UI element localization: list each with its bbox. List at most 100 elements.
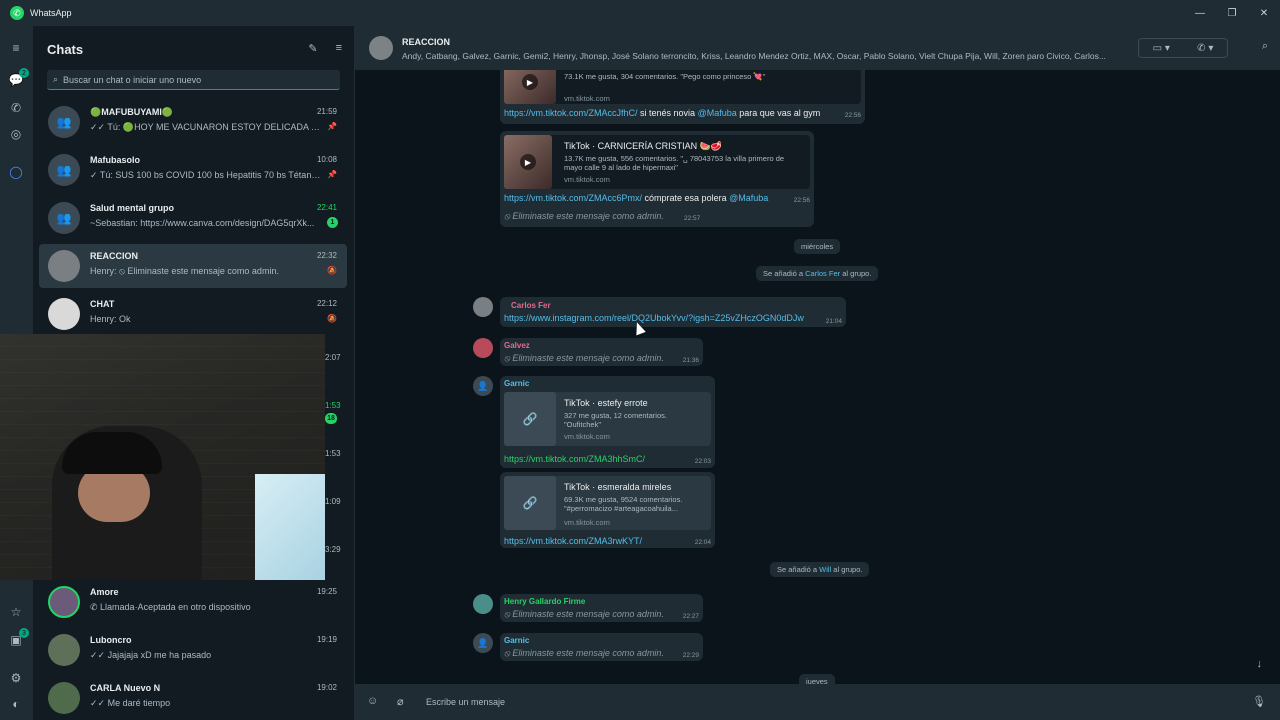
profile-avatar[interactable]: ◐ xyxy=(8,696,24,712)
date-separator: jueves xyxy=(799,674,835,684)
sender-avatar-icon[interactable]: 👤 xyxy=(473,376,493,396)
muted-icon: 🔕 xyxy=(327,266,337,275)
conversation-header[interactable]: REACCION Andy, Catbang, Galvez, Garnic, … xyxy=(355,26,1280,70)
group-avatar[interactable] xyxy=(369,36,393,60)
scroll-down-icon[interactable]: ↓ xyxy=(1257,658,1263,670)
message-time: 21:04 xyxy=(825,318,842,325)
search-placeholder: Buscar un chat o iniciar uno nuevo xyxy=(63,74,202,85)
pin-icon: 📌 xyxy=(327,122,337,131)
message-time: 21:36 xyxy=(682,357,699,364)
search-messages-icon[interactable]: ⌕ xyxy=(1262,40,1268,53)
preview-domain: vm.tiktok.com xyxy=(564,94,610,103)
video-call-icon[interactable]: ▭ ▾ xyxy=(1153,43,1170,54)
webcam-overlay xyxy=(0,334,325,580)
message-time: 22:27 xyxy=(682,613,699,620)
mention[interactable]: @Mafuba xyxy=(698,108,737,118)
preview-domain: vm.tiktok.com xyxy=(564,432,610,441)
chat-time-partial: 3:29 xyxy=(325,545,341,554)
message-input[interactable]: Escribe un mensaje xyxy=(426,697,505,707)
chat-time-partial: 1:53 xyxy=(325,449,341,458)
group-avatar-icon: 👥 xyxy=(48,154,80,186)
link-icon: 🔗 xyxy=(522,496,538,510)
chat-item[interactable]: Luboncro 19:19 ✓✓ Jajajaja xD me ha pasa… xyxy=(39,628,347,672)
deleted-message: ⦸ Eliminaste este mensaje como admin. xyxy=(504,609,664,619)
chat-time-partial: 1:09 xyxy=(325,497,341,506)
message-link[interactable]: https://vm.tiktok.com/ZMA3hhSmC/ xyxy=(504,454,645,464)
chat-time: 21:59 xyxy=(316,107,337,116)
message-bubble: Garnic ⦸ Eliminaste este mensaje como ad… xyxy=(500,633,703,661)
message-link[interactable]: https://vm.tiktok.com/ZMAccJfhC/ xyxy=(504,108,638,118)
sender-name: Carlos Fer xyxy=(511,301,551,310)
status-icon[interactable]: ◎ xyxy=(8,126,24,142)
message-link[interactable]: https://vm.tiktok.com/ZMAcc6Pmx/ xyxy=(504,193,642,203)
chat-item-active[interactable]: REACCION 22:32 Henry: ⦸ Eliminaste este … xyxy=(39,244,347,288)
attach-icon[interactable]: ⌀ xyxy=(397,695,404,708)
call-buttons[interactable]: ▭ ▾ ✆ ▾ xyxy=(1138,38,1228,58)
preview-description: 327 me gusta, 12 comentarios. "Oufitchek… xyxy=(564,411,667,429)
chat-preview: ✓✓ Tú: 🟢HOY ME VACUNARON ESTOY DELICADA … xyxy=(90,122,322,132)
link-preview[interactable]: 🔗 TikTok · esmeralda mireles 69.3K me gu… xyxy=(504,476,711,530)
message-link[interactable]: https://www.instagram.com/reel/DQ2UbokYv… xyxy=(504,313,804,323)
link-preview[interactable]: ▶ 73.1K me gusta, 304 comentarios. "Pego… xyxy=(504,70,861,104)
emoji-icon[interactable]: ☺ xyxy=(367,695,378,707)
voice-call-icon[interactable]: ✆ ▾ xyxy=(1197,43,1213,54)
message-bubble: Carlos Fer https://www.instagram.com/ree… xyxy=(500,297,846,327)
chat-preview: ✓ Tú: SUS 100 bs COVID 100 bs Hepatitis … xyxy=(90,170,322,180)
starred-icon[interactable]: ☆ xyxy=(8,604,24,620)
chat-name: Luboncro xyxy=(90,635,132,645)
sender-avatar[interactable] xyxy=(473,338,493,358)
sender-avatar-icon[interactable]: 👤 xyxy=(473,633,493,653)
window-title: WhatsApp xyxy=(30,8,72,18)
pin-icon: 📌 xyxy=(327,170,337,179)
chat-name: REACCION xyxy=(90,251,139,261)
menu-icon[interactable]: ≡ xyxy=(8,40,24,56)
window-controls: — ❐ ✕ xyxy=(1184,0,1280,26)
chat-time: 22:12 xyxy=(316,299,337,308)
chat-avatar xyxy=(48,586,80,618)
restore-icon[interactable]: ❐ xyxy=(1216,0,1248,26)
link-preview[interactable]: 🔗 TikTok · estefy errote 327 me gusta, 1… xyxy=(504,392,711,446)
chat-item[interactable]: 👥 Mafubasolo 10:08 ✓ Tú: SUS 100 bs COVI… xyxy=(39,148,347,192)
message-bubble: Garnic 🔗 TikTok · estefy errote 327 me g… xyxy=(500,376,715,468)
chat-avatar xyxy=(48,634,80,666)
minimize-icon[interactable]: — xyxy=(1184,0,1216,26)
chat-item[interactable]: CARLA Nuevo N 19:02 ✓✓ Me daré tiempo xyxy=(39,676,347,720)
sender-avatar[interactable] xyxy=(473,297,493,317)
settings-icon[interactable]: ⚙ xyxy=(8,670,24,686)
chat-preview: ✆ Llamada·Aceptada en otro dispositivo xyxy=(90,602,251,612)
message-time: 22:29 xyxy=(682,652,699,659)
new-chat-icon[interactable]: ✎ xyxy=(308,42,317,55)
calls-icon[interactable]: ✆ xyxy=(8,100,24,116)
microphone-icon[interactable]: 🎙 xyxy=(1252,695,1266,708)
chat-time: 19:19 xyxy=(316,635,337,644)
title-bar: ✆ WhatsApp — ❐ ✕ xyxy=(0,0,1280,26)
chat-item[interactable]: CHAT 22:12 Henry: Ok 🔕 xyxy=(39,292,347,336)
message-composer: ☺ ⌀ Escribe un mensaje 🎙 xyxy=(355,684,1280,720)
preview-description: 73.1K me gusta, 304 comentarios. "Pego c… xyxy=(564,72,766,81)
chat-item[interactable]: 👥 Salud mental grupo 22:41 ~Sebastian: h… xyxy=(39,196,347,240)
deleted-message: ⦸ Eliminaste este mensaje como admin. xyxy=(504,353,664,363)
filter-icon[interactable]: ≡ xyxy=(336,42,342,55)
preview-title: TikTok · CARNICERÍA CRISTIAN 🍉🥩 xyxy=(564,141,723,151)
chat-item[interactable]: Amore 19:25 ✆ Llamada·Aceptada en otro d… xyxy=(39,580,347,624)
date-separator: miércoles xyxy=(794,239,841,254)
chat-name: Salud mental grupo xyxy=(90,203,175,213)
message-list: ▶ 73.1K me gusta, 304 comentarios. "Pego… xyxy=(355,70,1280,684)
chat-item[interactable]: 👥 🟢MAFUBUYAMI🟢 21:59 ✓✓ Tú: 🟢HOY ME VACU… xyxy=(39,100,347,144)
unread-badge: 1 xyxy=(327,217,338,228)
message-link[interactable]: https://vm.tiktok.com/ZMA3rwKYT/ xyxy=(504,536,642,546)
play-icon: ▶ xyxy=(522,74,538,90)
message-bubble: ▶ TikTok · CARNICERÍA CRISTIAN 🍉🥩 13.7K … xyxy=(500,131,814,227)
link-preview[interactable]: ▶ TikTok · CARNICERÍA CRISTIAN 🍉🥩 13.7K … xyxy=(504,135,810,189)
close-icon[interactable]: ✕ xyxy=(1248,0,1280,26)
sender-name: Garnic xyxy=(504,379,530,388)
mention[interactable]: @Mafuba xyxy=(729,193,768,203)
sender-avatar[interactable] xyxy=(473,594,493,614)
system-message: Se añadió a Will al grupo. xyxy=(770,562,870,577)
chats-badge: 2 xyxy=(19,68,29,78)
meta-ai-icon[interactable]: ◯ xyxy=(8,164,24,180)
chat-time: 10:08 xyxy=(316,155,337,164)
search-input[interactable]: ⌕ Buscar un chat o iniciar uno nuevo xyxy=(47,70,340,90)
chat-avatar xyxy=(48,250,80,282)
chat-time-partial: 2:07 xyxy=(325,353,341,362)
